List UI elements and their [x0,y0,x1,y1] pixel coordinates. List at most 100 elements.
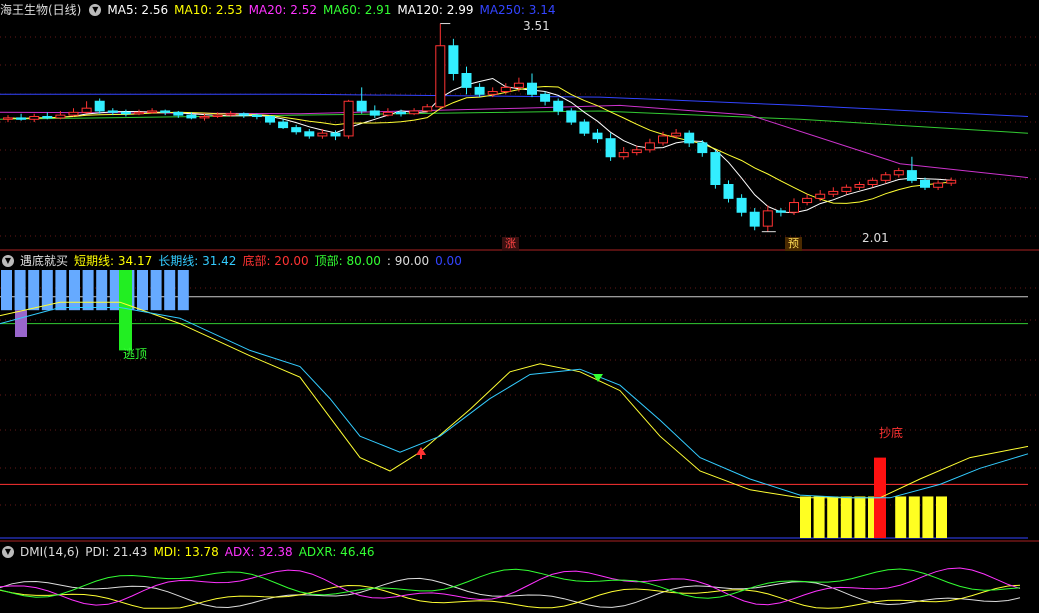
bottom-zone-bar [936,496,947,538]
candle-body [553,100,564,112]
candle-body [160,110,171,113]
candle-body [815,193,826,199]
top-zone-bar [150,270,162,311]
candle-body [356,100,367,112]
top-zone-bar [137,270,148,311]
candle-body [566,110,577,123]
candle-body [579,121,590,134]
candle-body [396,111,406,115]
candle-body [671,132,682,137]
indicator-value: 短期线: 34.17 [74,254,153,268]
candle-body [527,82,537,95]
top-zone-bar [55,270,67,311]
bottom-zone-bar [827,496,839,538]
candle-body [841,186,852,192]
top-zone-bar [28,270,40,311]
candle-body [134,111,144,115]
candle-body [42,116,53,119]
escape-top-label: 逃顶 [123,347,148,361]
candle-body [920,179,930,188]
indicator-value: 长期线: 31.42 [158,254,237,268]
dmi-panel-header: ▼ DMI(14,6) PDI: 21.43 MDI: 13.78 ADX: 32.… [0,544,387,560]
candle-body [500,86,511,93]
ma-indicator-list: MA5: 2.56 MA10: 2.53 MA20: 2.52 MA60: 2.91 M… [107,2,561,18]
candle-body [278,121,289,129]
candle-body [618,152,629,158]
top-zone-bar [82,270,94,311]
candle-body [3,117,13,120]
candle-body [762,210,773,227]
bottom-zone-bar [908,496,920,538]
top-zone-bar [69,270,80,311]
ma-indicator-value: MA60: 2.91 [323,3,392,17]
bottom-zone-bar [895,496,907,538]
candle-body [893,170,904,176]
top-zone-bar [96,270,108,311]
candle-body [658,135,668,144]
high-price-label: 3.51 [523,19,550,33]
stock-chart-canvas[interactable] [0,0,1039,613]
candle-body [81,107,92,113]
bottom-buy-label: 抄底 [879,426,904,440]
indicator-value: 顶部: 80.00 [314,254,381,268]
indicator-value: 底部: 20.00 [242,254,309,268]
chevron-down-icon[interactable]: ▼ [2,255,14,267]
candle-body [684,132,695,144]
candle-body [422,106,433,112]
dmi-value: ADX: 32.38 [224,545,293,559]
rise-tag: 涨 [502,237,519,251]
candle-body [330,132,341,137]
indicator-value: : 90.00 [386,254,430,268]
candle-body [867,179,878,185]
candle-body [120,111,131,115]
indicator-panel-header: ▼ 遇底就买 短期线: 34.17 长期线: 31.42 底部: 20.00 顶部: … [0,253,474,269]
candle-body [540,93,551,102]
candle-body [946,179,957,184]
candle-body [487,91,498,95]
candle-body [304,131,315,137]
candle-body [265,116,275,123]
indicator-value: 0.00 [435,254,462,268]
candle-body [461,73,472,88]
bottom-zone-bar [813,496,825,538]
candle-body [55,114,66,119]
chevron-down-icon[interactable]: ▼ [2,546,14,558]
candle-body [238,113,249,116]
ma-indicator-value: MA120: 2.99 [397,3,474,17]
candle-body [828,190,839,195]
candle-body [736,197,747,213]
bottom-zone-bar [800,496,811,538]
dmi-value: MDI: 13.78 [153,545,219,559]
candle-body [592,132,603,140]
dmi-value: ADXR: 46.46 [298,545,375,559]
candle-body [631,149,642,154]
bottom-zone-bar [840,496,852,538]
dmi-value-list: PDI: 21.43 MDI: 13.78 ADX: 32.38 ADXR: 46.4… [85,544,380,560]
candle-body [448,45,459,74]
bottom-zone-bar [854,496,866,538]
purple-bar [15,310,27,337]
candle-body [802,197,813,204]
top-zone-bar [1,270,12,311]
top-zone-bar [164,270,176,311]
candle-body [789,202,799,213]
indicator-value-list: 短期线: 34.17 长期线: 31.42 底部: 20.00 顶部: 80.00 : … [74,253,468,269]
candle-body [854,184,865,188]
ma-indicator-value: MA250: 3.14 [479,3,556,17]
candle-body [369,110,380,116]
candle-body [29,116,40,120]
candle-body [906,170,917,181]
dmi-title: DMI(14,6) [20,545,80,559]
candle-body [749,211,760,227]
candle-body [317,132,328,137]
candle-body [16,117,27,120]
chevron-down-icon[interactable]: ▼ [89,4,102,16]
candle-body [880,174,891,181]
prediction-tag: 预 [785,237,802,251]
candle-body [291,127,302,133]
candle-body [605,138,616,158]
candle-body [409,110,420,115]
top-zone-bar [14,270,26,311]
candle-body [723,184,734,199]
candle-body [173,111,184,116]
